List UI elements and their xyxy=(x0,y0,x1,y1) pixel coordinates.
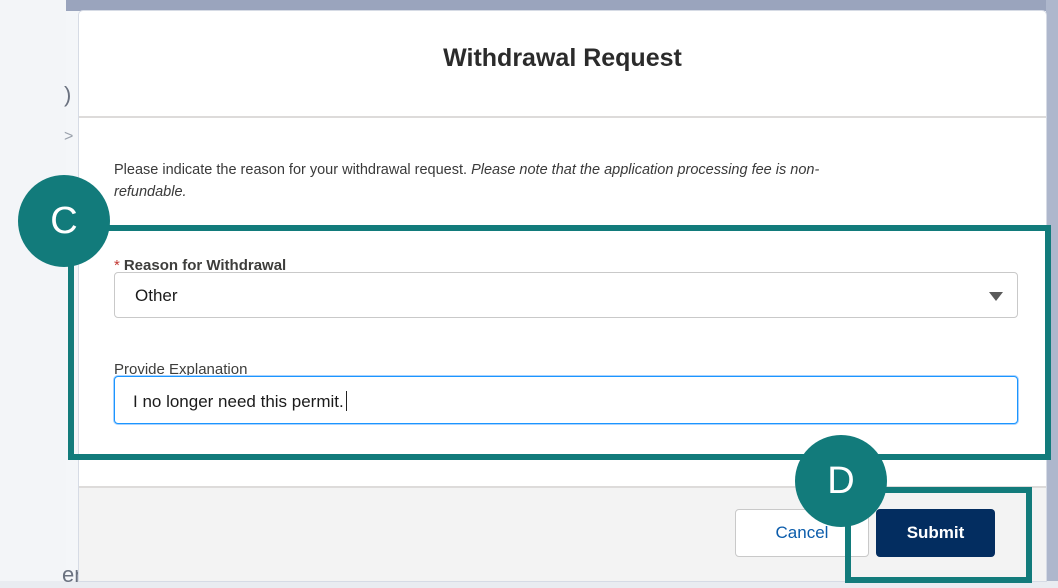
annotation-badge-c: C xyxy=(18,175,110,267)
annotation-highlight-c xyxy=(68,225,1051,460)
intro-plain-text: Please indicate the reason for your with… xyxy=(114,162,472,178)
background-text-fragment: ) xyxy=(64,82,72,107)
intro-text: Please indicate the reason for your with… xyxy=(114,159,874,203)
background-left-panel xyxy=(0,0,66,581)
background-top-strip xyxy=(66,0,1058,11)
modal-header: Withdrawal Request xyxy=(79,11,1046,118)
background-arrow-fragment: > xyxy=(64,128,74,145)
annotation-badge-d: D xyxy=(795,435,887,527)
modal-title: Withdrawal Request xyxy=(443,44,682,72)
